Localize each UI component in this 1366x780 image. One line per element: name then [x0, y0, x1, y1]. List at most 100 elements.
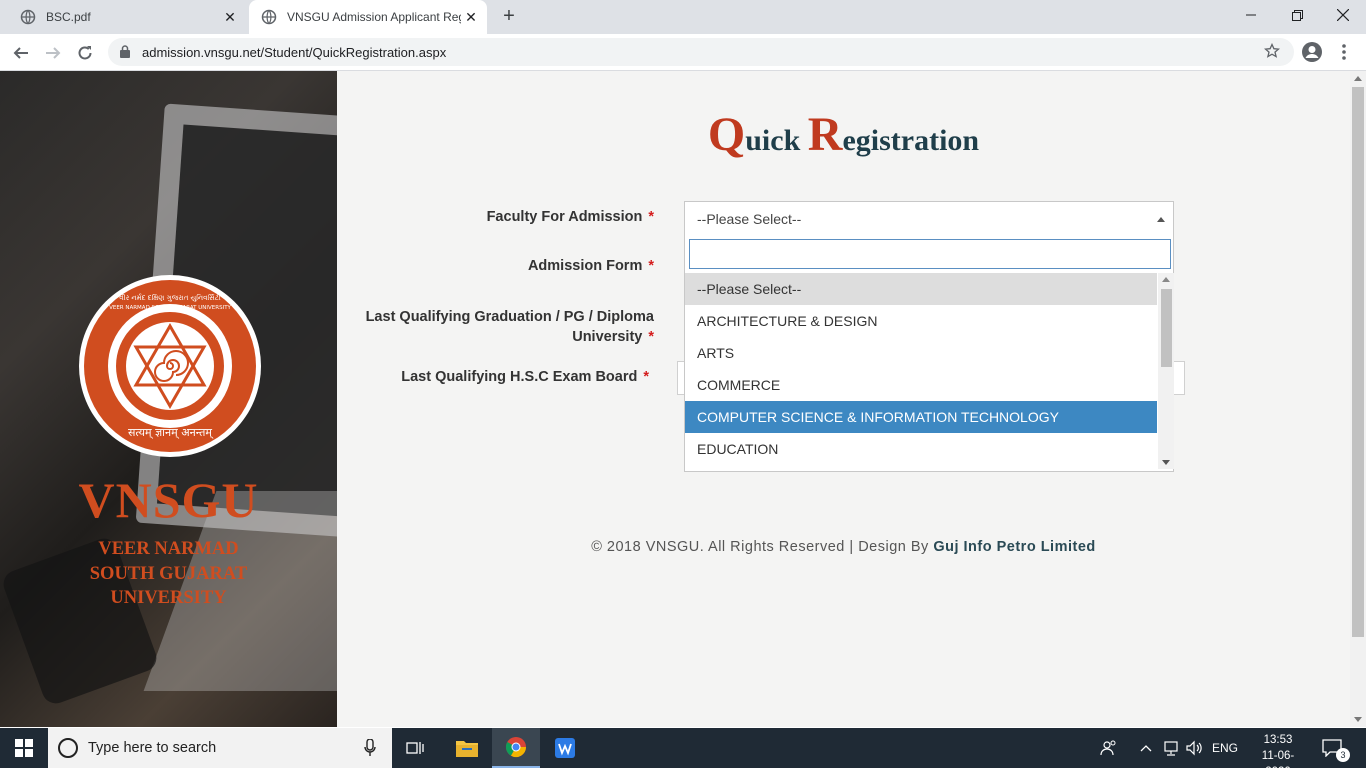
web-page: सत्यम् ज्ञानम् अनन्तम् વીર નર્મદ દક્ષિણ … [0, 71, 1366, 727]
page-title: Quick Registration [337, 107, 1350, 162]
seal-ring-english: VEER NARMAD SOUTH GUJARAT UNIVERSITY [109, 305, 231, 311]
tab-title: VNSGU Admission Applicant Reg [287, 10, 461, 24]
option-arts[interactable]: ARTS [685, 337, 1157, 369]
faculty-label: Faculty For Admission * [337, 209, 654, 225]
scroll-up-arrow-icon[interactable] [1354, 76, 1362, 81]
footer-company: Guj Info Petro Limited [933, 539, 1096, 555]
people-button[interactable] [1100, 728, 1122, 768]
label-text: University [572, 329, 643, 345]
chevron-up-icon [1140, 745, 1152, 752]
language-indicator[interactable]: ENG [1212, 728, 1240, 768]
admission-form-label: Admission Form * [337, 258, 654, 274]
back-button[interactable] [8, 40, 34, 66]
brand-line: VEER NARMAD [98, 539, 239, 559]
clock-time: 13:53 [1263, 734, 1293, 746]
chrome-icon [505, 737, 527, 758]
graduation-university-label: Last Qualifying Graduation / PG / Diplom… [337, 307, 654, 347]
restore-button[interactable] [1274, 0, 1320, 30]
microphone-icon[interactable] [364, 739, 376, 757]
heading-r: R [807, 108, 843, 161]
windows-taskbar: Type here to search ENG 13:53 11-06-2020… [0, 728, 1366, 778]
network-button[interactable] [1162, 728, 1180, 768]
option-computer-science-it[interactable]: COMPUTER SCIENCE & INFORMATION TECHNOLOG… [685, 401, 1157, 433]
notification-count-badge: 3 [1336, 748, 1350, 762]
sidebar-banner: सत्यम् ज्ञानम् अनन्तम् વીર નર્મદ દક્ષિણ … [0, 71, 337, 727]
faculty-options-list: --Please Select-- ARCHITECTURE & DESIGN … [685, 273, 1157, 465]
registration-panel: Quick Registration Faculty For Admission… [337, 71, 1350, 727]
heading-part: egistration [842, 124, 980, 157]
forward-button[interactable] [40, 40, 66, 66]
label-text: Admission Form [527, 258, 643, 274]
reload-icon [78, 46, 92, 60]
folder-icon [456, 741, 478, 757]
page-scrollbar[interactable] [1350, 71, 1366, 727]
search-placeholder: Type here to search [88, 740, 217, 756]
hsc-board-label: Last Qualifying H.S.C Exam Board * [337, 369, 649, 385]
faculty-selected-value: --Please Select-- [697, 211, 802, 227]
kebab-menu-icon[interactable] [1336, 42, 1352, 62]
system-clock[interactable]: 13:53 11-06-2020 [1252, 732, 1304, 780]
show-hidden-icons-button[interactable] [1140, 728, 1154, 768]
file-explorer-button[interactable] [443, 728, 491, 768]
start-button[interactable] [0, 728, 48, 768]
heading-part: uick [745, 124, 808, 157]
close-icon [1337, 9, 1349, 21]
scroll-up-arrow-icon[interactable] [1162, 277, 1170, 282]
address-bar[interactable]: admission.vnsgu.net/Student/QuickRegistr… [108, 38, 1294, 66]
profile-avatar-icon[interactable] [1300, 40, 1324, 64]
windows-logo-icon [15, 739, 33, 757]
label-text: Last Qualifying Graduation / PG / Diplom… [365, 309, 654, 325]
faculty-dropdown: --Please Select-- ARCHITECTURE & DESIGN … [684, 235, 1174, 472]
speaker-icon [1186, 740, 1202, 756]
bookmark-star-icon[interactable] [1264, 43, 1280, 59]
taskbar-search-box[interactable]: Type here to search [48, 728, 392, 768]
close-tab-icon[interactable]: ✕ [220, 9, 240, 26]
brand-line: SOUTH GUJARAT [89, 563, 248, 584]
volume-button[interactable] [1186, 728, 1204, 768]
required-mark: * [648, 209, 654, 225]
network-icon [1164, 741, 1178, 756]
faculty-select[interactable]: --Please Select-- [684, 201, 1174, 236]
reload-button[interactable] [72, 40, 98, 66]
required-mark: * [648, 329, 654, 345]
option-please-select[interactable]: --Please Select-- [685, 273, 1157, 305]
seal-ring-gujarati: વીર નર્મદ દક્ષિણ ગુજરાત યુનિવર્સિટી [119, 293, 221, 302]
cortana-circle-icon [58, 738, 78, 758]
new-tab-button[interactable]: + [498, 6, 520, 28]
chrome-button[interactable] [492, 728, 540, 768]
heading-q: Q [707, 108, 746, 161]
people-icon [1100, 740, 1116, 756]
globe-icon [261, 9, 277, 25]
minimize-icon [1246, 14, 1256, 16]
option-architecture-design[interactable]: ARCHITECTURE & DESIGN [685, 305, 1157, 337]
option-education[interactable]: EDUCATION [685, 433, 1157, 465]
close-window-button[interactable] [1320, 0, 1366, 30]
writer-app-icon [555, 738, 575, 758]
required-mark: * [648, 258, 654, 274]
required-mark: * [643, 369, 649, 385]
arrow-right-icon [46, 47, 61, 59]
tab-vnsgu-registration[interactable]: VNSGU Admission Applicant Reg ✕ [249, 0, 487, 34]
tab-strip: BSC.pdf ✕ VNSGU Admission Applicant Reg … [0, 0, 1366, 34]
notifications-button[interactable]: 3 [1322, 728, 1352, 768]
scroll-down-arrow-icon[interactable] [1354, 717, 1362, 722]
label-text: Last Qualifying H.S.C Exam Board [401, 369, 638, 385]
faculty-search-input[interactable] [689, 239, 1171, 269]
footer-copyright: © 2018 VNSGU. All Rights Reserved | Desi… [591, 539, 934, 555]
page-footer: © 2018 VNSGU. All Rights Reserved | Desi… [337, 539, 1350, 555]
brand-subtitle: VEER NARMAD SOUTH GUJARAT UNIVERSITY [0, 537, 337, 611]
scroll-thumb[interactable] [1161, 289, 1172, 367]
clock-date: 11-06-2020 [1261, 750, 1295, 778]
scroll-thumb[interactable] [1352, 87, 1364, 637]
university-seal-logo: सत्यम् ज्ञानम् अनन्तम् વીર નર્મદ દક્ષિણ … [79, 275, 261, 457]
caret-up-icon [1157, 217, 1165, 222]
dropdown-scrollbar[interactable] [1158, 273, 1174, 469]
minimize-button[interactable] [1228, 0, 1274, 30]
option-commerce[interactable]: COMMERCE [685, 369, 1157, 401]
wps-writer-button[interactable] [541, 728, 589, 768]
task-view-icon [406, 742, 424, 754]
scroll-down-arrow-icon[interactable] [1162, 460, 1170, 465]
close-tab-icon[interactable]: ✕ [461, 9, 481, 26]
task-view-button[interactable] [392, 728, 440, 768]
tab-bsc-pdf[interactable]: BSC.pdf ✕ [8, 0, 246, 34]
